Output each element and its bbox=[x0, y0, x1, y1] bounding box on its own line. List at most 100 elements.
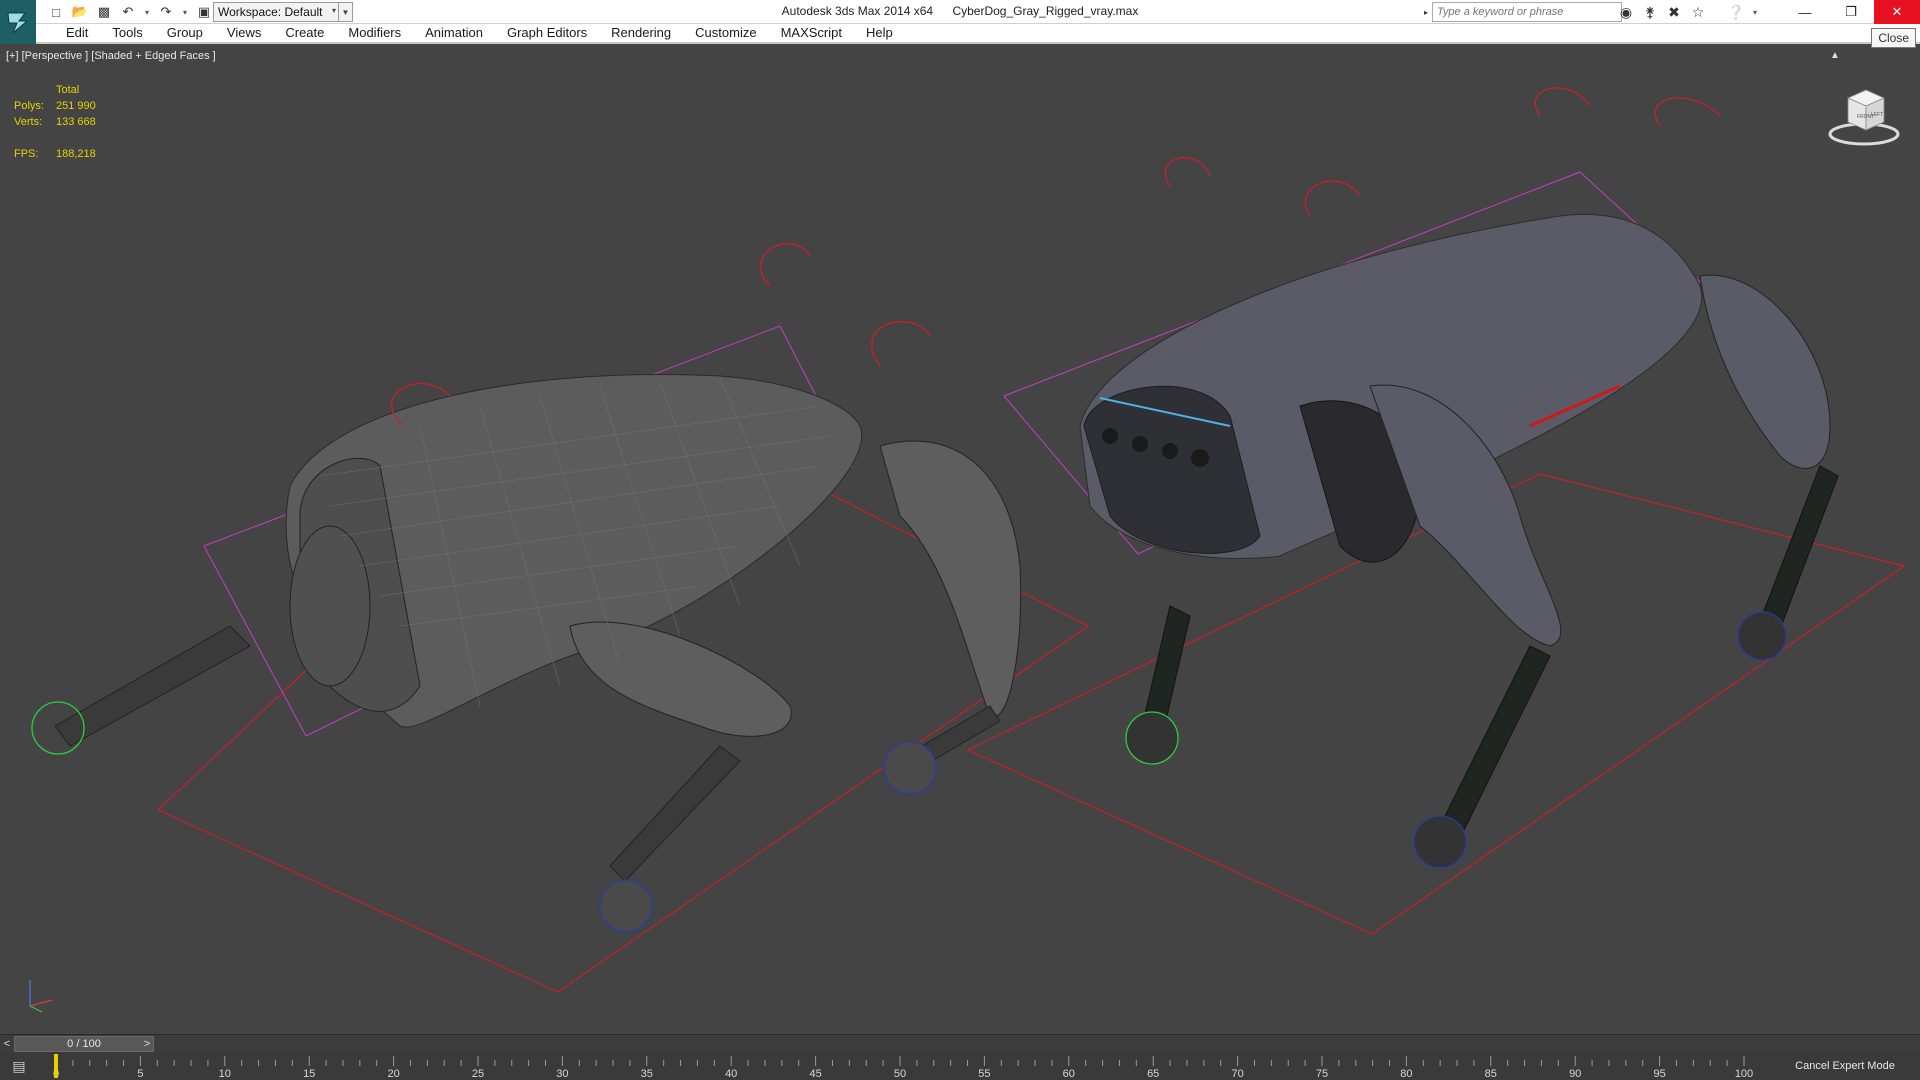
menu-maxscript[interactable]: MAXScript bbox=[769, 23, 854, 43]
track-tick-label: 10 bbox=[219, 1068, 231, 1080]
stats-polys-value: 251 990 bbox=[56, 100, 96, 112]
track-tick-label: 45 bbox=[809, 1068, 821, 1080]
stats-fps-value: 188,218 bbox=[56, 148, 96, 160]
cyberdog-wireframe-model bbox=[31, 243, 1022, 933]
viewport-label[interactable]: [+] [Perspective ] [Shaded + Edged Faces… bbox=[6, 50, 216, 62]
menu-rendering[interactable]: Rendering bbox=[599, 23, 683, 43]
save-file-icon[interactable]: ▩ bbox=[94, 2, 114, 22]
menu-tools[interactable]: Tools bbox=[100, 23, 154, 43]
track-tick-label: 70 bbox=[1231, 1068, 1243, 1080]
menu-edit[interactable]: Edit bbox=[54, 23, 100, 43]
stats-polys-label: Polys: bbox=[14, 100, 44, 112]
menu-views[interactable]: Views bbox=[215, 23, 273, 43]
workspace-menu-icon[interactable]: ▼ bbox=[338, 3, 352, 21]
infocenter-tools: ◉ ⚵ ✖ ☆ ❔ ▾ bbox=[1616, 2, 1760, 22]
pin-icon[interactable]: ▲ bbox=[1830, 50, 1840, 61]
track-tick-label: 65 bbox=[1147, 1068, 1159, 1080]
track-tick-label: 40 bbox=[725, 1068, 737, 1080]
foot-control-blue-right-back bbox=[1737, 611, 1787, 661]
track-tick-label: 35 bbox=[641, 1068, 653, 1080]
close-button[interactable]: ✕ bbox=[1874, 0, 1920, 24]
search-input[interactable] bbox=[1432, 2, 1622, 22]
viewcube-icon[interactable]: FRONT LEFT bbox=[1826, 78, 1902, 148]
track-bar[interactable]: ▤ 05101520253035404550556065707580859095… bbox=[0, 1052, 1920, 1080]
track-tick-label: 5 bbox=[137, 1068, 143, 1080]
viewport-statistics: Total Polys: 251 990 Verts: 133 668 FPS: 18… bbox=[14, 82, 96, 162]
new-file-icon[interactable]: □ bbox=[46, 2, 66, 22]
app-window: □ 📂 ▩ ↶ ▾ ↷ ▾ ▣ Workspace: Default ▾ ▼ A… bbox=[0, 0, 1920, 1080]
workspace-dropdown[interactable]: Workspace: Default ▾ ▼ bbox=[213, 2, 353, 22]
track-tick-label: 20 bbox=[387, 1068, 399, 1080]
mini-curve-editor-icon[interactable]: ▤ bbox=[8, 1056, 30, 1076]
project-folder-icon[interactable]: ▣ bbox=[194, 2, 214, 22]
undo-dropdown-icon[interactable]: ▾ bbox=[142, 2, 152, 22]
stats-verts-label: Verts: bbox=[14, 116, 43, 128]
track-tick-label: 85 bbox=[1485, 1068, 1497, 1080]
title-bar: □ 📂 ▩ ↶ ▾ ↷ ▾ ▣ Workspace: Default ▾ ▼ A… bbox=[0, 0, 1920, 44]
perspective-viewport[interactable]: [+] [Perspective ] [Shaded + Edged Faces… bbox=[0, 46, 1920, 1034]
stats-total-label: Total bbox=[56, 84, 80, 96]
foot-control-blue-left-back bbox=[883, 741, 937, 795]
menu-customize[interactable]: Customize bbox=[683, 23, 768, 43]
time-slider[interactable]: < 0 / 100 > bbox=[0, 1034, 1920, 1052]
quick-access-toolbar: □ 📂 ▩ ↶ ▾ ↷ ▾ ▣ bbox=[46, 2, 214, 22]
window-controls: — ❐ ✕ bbox=[1782, 0, 1920, 24]
track-tick-label: 80 bbox=[1400, 1068, 1412, 1080]
binoculars-icon[interactable]: ◉ bbox=[1616, 2, 1636, 22]
restore-button[interactable]: ❐ bbox=[1828, 0, 1874, 24]
minimize-button[interactable]: — bbox=[1782, 0, 1828, 24]
track-tick-label: 75 bbox=[1316, 1068, 1328, 1080]
undo-icon[interactable]: ↶ bbox=[118, 2, 138, 22]
rotate-helper bbox=[1164, 157, 1211, 187]
redo-dropdown-icon[interactable]: ▾ bbox=[180, 2, 190, 22]
chevron-down-icon: ▾ bbox=[331, 6, 336, 15]
scene-canvas[interactable] bbox=[0, 46, 1920, 1034]
track-tick-label: 55 bbox=[978, 1068, 990, 1080]
track-tick-label: 95 bbox=[1653, 1068, 1665, 1080]
menu-modifiers[interactable]: Modifiers bbox=[336, 23, 413, 43]
search-expand-icon[interactable]: ▸ bbox=[1420, 2, 1432, 22]
app-logo-icon[interactable] bbox=[0, 0, 36, 44]
rotate-helper bbox=[760, 243, 811, 287]
track-ruler[interactable]: 0510152025303540455055606570758085909510… bbox=[40, 1052, 1760, 1080]
track-tick-label: 25 bbox=[472, 1068, 484, 1080]
menu-graph-editors[interactable]: Graph Editors bbox=[495, 23, 599, 43]
cancel-expert-mode-button[interactable]: Cancel Expert Mode bbox=[1780, 1052, 1910, 1080]
key-icon[interactable]: ⚵ bbox=[1640, 2, 1660, 22]
rotate-helper bbox=[1534, 87, 1591, 117]
infocenter-search: ▸ bbox=[1420, 2, 1622, 22]
open-file-icon[interactable]: 📂 bbox=[70, 2, 90, 22]
current-frame-marker bbox=[54, 1054, 58, 1078]
track-tick-label: 90 bbox=[1569, 1068, 1581, 1080]
foot-control-green-right bbox=[1125, 711, 1179, 765]
foot-control-blue-left-front bbox=[599, 879, 653, 933]
tools-icon[interactable]: ✖ bbox=[1664, 2, 1684, 22]
time-slider-prev-button[interactable]: < bbox=[0, 1035, 14, 1053]
menu-animation[interactable]: Animation bbox=[413, 23, 495, 43]
track-tick-label: 100 bbox=[1735, 1068, 1753, 1080]
track-tick-label: 30 bbox=[556, 1068, 568, 1080]
help-icon[interactable]: ❔ bbox=[1726, 2, 1746, 22]
app-name: Autodesk 3ds Max 2014 x64 bbox=[781, 4, 934, 18]
viewcube-left-label: LEFT bbox=[1871, 112, 1883, 118]
time-slider-next-button[interactable]: > bbox=[140, 1035, 154, 1053]
track-tick-label: 50 bbox=[894, 1068, 906, 1080]
track-tick-label: 60 bbox=[1063, 1068, 1075, 1080]
rotate-helper bbox=[1304, 180, 1361, 217]
menu-group[interactable]: Group bbox=[155, 23, 215, 43]
stats-verts-value: 133 668 bbox=[56, 116, 96, 128]
star-icon[interactable]: ☆ bbox=[1688, 2, 1708, 22]
workspace-label: Workspace: Default bbox=[218, 5, 323, 19]
cyberdog-shaded-model bbox=[1079, 87, 1839, 869]
menu-create[interactable]: Create bbox=[273, 23, 336, 43]
menu-bar: Edit Tools Group Views Create Modifiers … bbox=[36, 24, 1920, 44]
rotate-helper bbox=[1654, 97, 1721, 127]
file-name: CyberDog_Gray_Rigged_vray.max bbox=[952, 4, 1139, 18]
axis-tripod-icon bbox=[29, 980, 53, 1013]
close-tooltip: Close bbox=[1871, 28, 1916, 48]
redo-icon[interactable]: ↷ bbox=[156, 2, 176, 22]
help-dropdown-icon[interactable]: ▾ bbox=[1750, 2, 1760, 22]
foot-control-blue-right-front bbox=[1413, 815, 1467, 869]
menu-help[interactable]: Help bbox=[854, 23, 905, 43]
time-slider-thumb[interactable]: 0 / 100 bbox=[14, 1036, 154, 1052]
